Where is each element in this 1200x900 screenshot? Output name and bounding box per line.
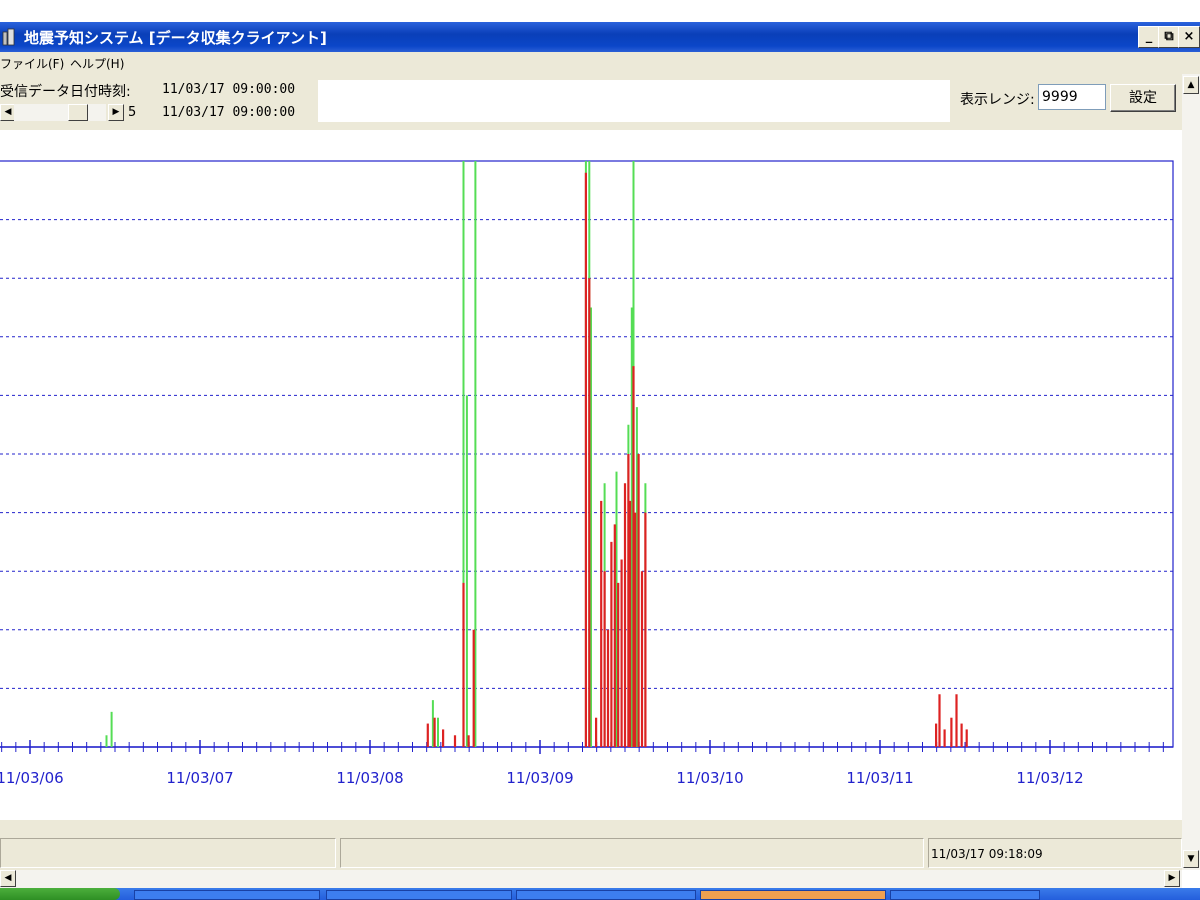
menu-file[interactable]: ファイル(F) (0, 55, 64, 72)
x-tick-label: 11/03/08 (336, 769, 403, 787)
start-button[interactable] (0, 888, 120, 900)
time-scrollbar[interactable]: ◀ ▶ (0, 104, 126, 122)
x-tick-label: 11/03/07 (166, 769, 233, 787)
x-tick-label: 11/03/06 (0, 769, 64, 787)
taskbar-item[interactable] (516, 890, 696, 900)
menu-bar: ファイル(F) ヘルプ(H) (0, 52, 1200, 74)
scroll-right-icon[interactable]: ▶ (108, 104, 124, 121)
status-timestamp: 11/03/17 09:18:09 (928, 838, 1182, 868)
hscroll-left-icon[interactable]: ◀ (0, 870, 16, 887)
taskbar-item-active[interactable] (700, 890, 886, 900)
taskbar-item[interactable] (326, 890, 512, 900)
chart-panel: 11/03/06 11/03/07 11/03/08 11/03/09 11/03/10… (0, 130, 1182, 820)
range-input[interactable] (1038, 84, 1106, 110)
scroll-up-icon[interactable]: ▲ (1183, 76, 1199, 94)
received-value: 11/03/17 09:00:00 (162, 82, 296, 97)
scroll-track[interactable] (14, 104, 106, 121)
status-pane-2 (340, 838, 924, 868)
taskbar-item[interactable] (890, 890, 1040, 900)
minimize-button[interactable]: _ (1138, 26, 1160, 48)
scroll-down-icon[interactable]: ▼ (1183, 850, 1199, 868)
close-button[interactable]: × (1178, 26, 1200, 48)
title-bar: 地震予知システム [データ収集クライアント] _ ⧉ × (0, 22, 1200, 52)
menu-help[interactable]: ヘルプ(H) (70, 55, 124, 72)
x-tick-label: 11/03/12 (1016, 769, 1083, 787)
set-button[interactable]: 設定 (1110, 84, 1176, 112)
window-title: 地震予知システム [データ収集クライアント] (24, 29, 327, 47)
hscroll-right-icon[interactable]: ▶ (1164, 870, 1180, 887)
scroll-thumb[interactable] (68, 104, 88, 121)
app-icon (2, 28, 15, 46)
client-area: 受信データ日付時刻: 11/03/17 09:00:00 ◀ ▶ 5 11/03… (0, 74, 1182, 874)
x-tick-label: 11/03/10 (676, 769, 743, 787)
status-pane-1 (0, 838, 336, 868)
scroll-time: 11/03/17 09:00:00 (162, 105, 296, 120)
vertical-scrollbar[interactable]: ▲ ▼ (1182, 74, 1200, 870)
range-label: 表示レンジ: (960, 92, 1035, 108)
seismic-chart: 11/03/06 11/03/07 11/03/08 11/03/09 11/03/10… (0, 160, 1174, 787)
taskbar (0, 888, 1200, 900)
restore-button[interactable]: ⧉ (1158, 26, 1180, 48)
x-tick-label: 11/03/09 (506, 769, 573, 787)
x-tick-label: 11/03/11 (846, 769, 913, 787)
message-box (318, 80, 950, 122)
received-label: 受信データ日付時刻: (0, 84, 131, 100)
scroll-value: 5 (128, 105, 137, 120)
taskbar-item[interactable] (134, 890, 320, 900)
horizontal-scrollbar[interactable]: ◀ ▶ (0, 870, 1182, 888)
